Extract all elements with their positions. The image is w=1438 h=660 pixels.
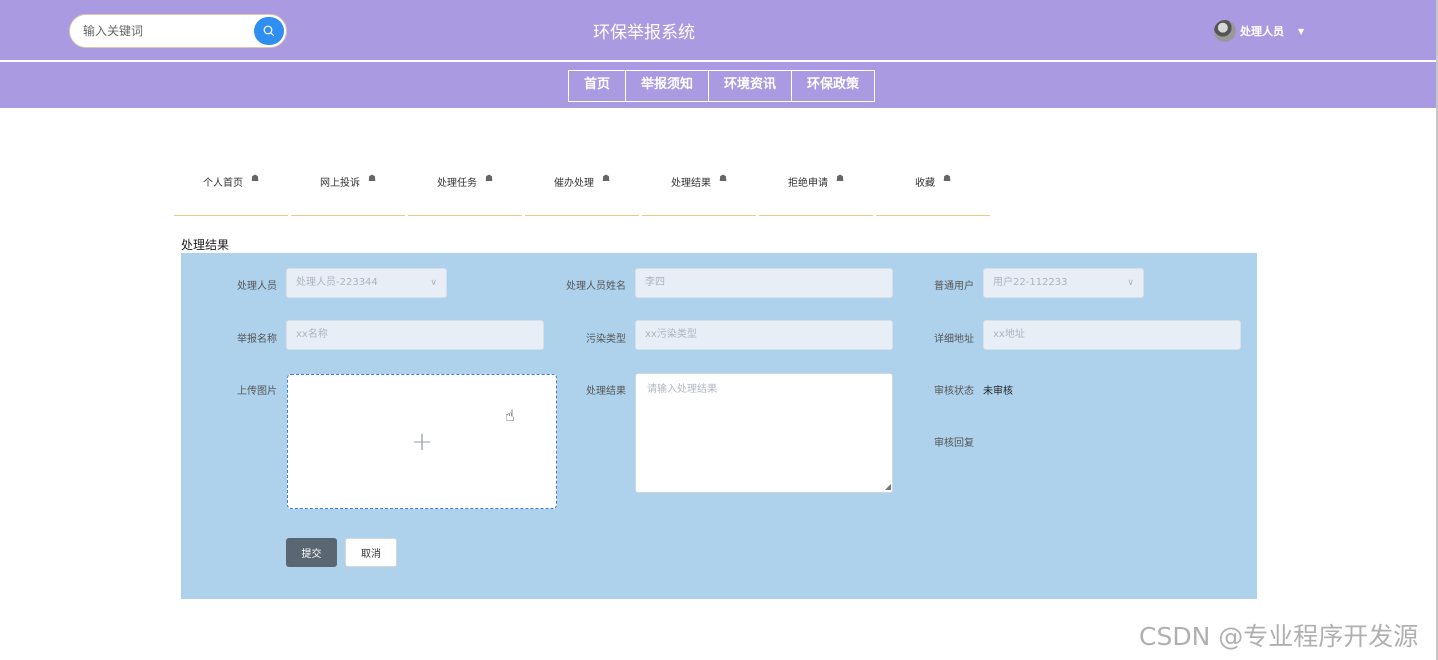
tab-processing-results[interactable]: 处理结果 ☗: [642, 168, 756, 216]
main-nav: 首页 举报须知 环境资讯 环保政策: [568, 70, 876, 102]
home-icon: ☗: [718, 174, 728, 184]
nav-item-env-policy[interactable]: 环保政策: [791, 71, 874, 101]
tab-label: 处理任务: [436, 178, 477, 189]
handler-name-label: 处理人员姓名: [566, 281, 626, 292]
home-icon: ☗: [367, 174, 377, 184]
review-reply-label: 审核回复: [934, 438, 974, 449]
top-header: 环保举报系统 处理人员 ▼: [0, 0, 1438, 60]
home-icon: ☗: [484, 174, 494, 184]
tab-label: 网上投诉: [319, 178, 360, 189]
nav-item-report-notice[interactable]: 举报须知: [625, 71, 708, 101]
nav-item-env-news[interactable]: 环境资讯: [708, 71, 791, 101]
home-icon: ☗: [835, 174, 845, 184]
nav-bar: 首页 举报须知 环境资讯 环保政策: [0, 60, 1438, 108]
pollution-type-label: 污染类型: [586, 334, 626, 345]
tab-label: 拒绝申请: [787, 178, 828, 189]
avatar: [1214, 20, 1236, 42]
page-title: 处理结果: [181, 238, 230, 252]
site-title: 环保举报系统: [593, 23, 695, 43]
cancel-button[interactable]: 取消: [345, 538, 397, 567]
handler-name-field[interactable]: 李四: [635, 268, 893, 298]
report-name-field[interactable]: xx名称: [286, 320, 544, 350]
user-value: 用户22-112233: [993, 277, 1068, 288]
home-icon: ☗: [942, 174, 952, 184]
result-form: 处理人员 处理人员-223344 ∨ 处理人员姓名 李四 普通用户 用户22-1…: [181, 253, 1257, 599]
user-name: 处理人员: [1240, 25, 1284, 38]
home-icon: ☗: [601, 174, 611, 184]
tab-processing-tasks[interactable]: 处理任务 ☗: [408, 168, 522, 216]
user-menu[interactable]: 处理人员 ▼: [1214, 20, 1304, 42]
home-icon: ☗: [250, 174, 260, 184]
review-status-label: 审核状态: [934, 386, 974, 397]
plus-icon: +: [411, 426, 433, 457]
watermark: CSDN @专业程序开发源: [1139, 622, 1419, 651]
image-upload[interactable]: +: [287, 374, 557, 509]
resize-handle-icon[interactable]: ◢: [885, 482, 891, 491]
review-status-value: 未审核: [983, 386, 1013, 397]
chevron-down-icon: ∨: [1127, 278, 1134, 288]
tab-label: 催办处理: [553, 178, 594, 189]
tab-urge-processing[interactable]: 催办处理 ☗: [525, 168, 639, 216]
tab-online-complaint[interactable]: 网上投诉 ☗: [291, 168, 405, 216]
hand-cursor-icon: ☝: [505, 406, 515, 425]
tab-label: 收藏: [914, 178, 935, 189]
tab-label: 处理结果: [670, 178, 711, 189]
user-label: 普通用户: [934, 281, 974, 292]
center-tabs: 个人首页 ☗ 网上投诉 ☗ 处理任务 ☗ 催办处理 ☗ 处理结果 ☗ 拒绝申请 ☗ 收藏 ☗: [174, 168, 990, 216]
handler-value: 处理人员-223344: [296, 277, 378, 288]
report-name-label: 举报名称: [237, 334, 277, 345]
tab-personal-home[interactable]: 个人首页 ☗: [174, 168, 288, 216]
address-label: 详细地址: [934, 334, 974, 345]
handler-label: 处理人员: [237, 281, 277, 292]
tab-favorites[interactable]: 收藏 ☗: [876, 168, 990, 216]
result-textarea[interactable]: 请输入处理结果 ◢: [635, 373, 893, 493]
submit-button[interactable]: 提交: [286, 538, 337, 567]
chevron-down-icon: ▼: [1298, 26, 1305, 36]
tab-label: 个人首页: [202, 178, 243, 189]
chevron-down-icon: ∨: [430, 278, 437, 288]
result-placeholder: 请输入处理结果: [647, 384, 717, 395]
tab-reject-application[interactable]: 拒绝申请 ☗: [759, 168, 873, 216]
user-select[interactable]: 用户22-112233 ∨: [983, 268, 1144, 298]
nav-item-home[interactable]: 首页: [569, 71, 625, 101]
result-label: 处理结果: [586, 386, 626, 397]
address-field[interactable]: xx地址: [983, 320, 1241, 350]
handler-select[interactable]: 处理人员-223344 ∨: [286, 268, 447, 298]
pollution-type-field[interactable]: xx污染类型: [635, 320, 893, 350]
upload-label: 上传图片: [237, 386, 277, 397]
